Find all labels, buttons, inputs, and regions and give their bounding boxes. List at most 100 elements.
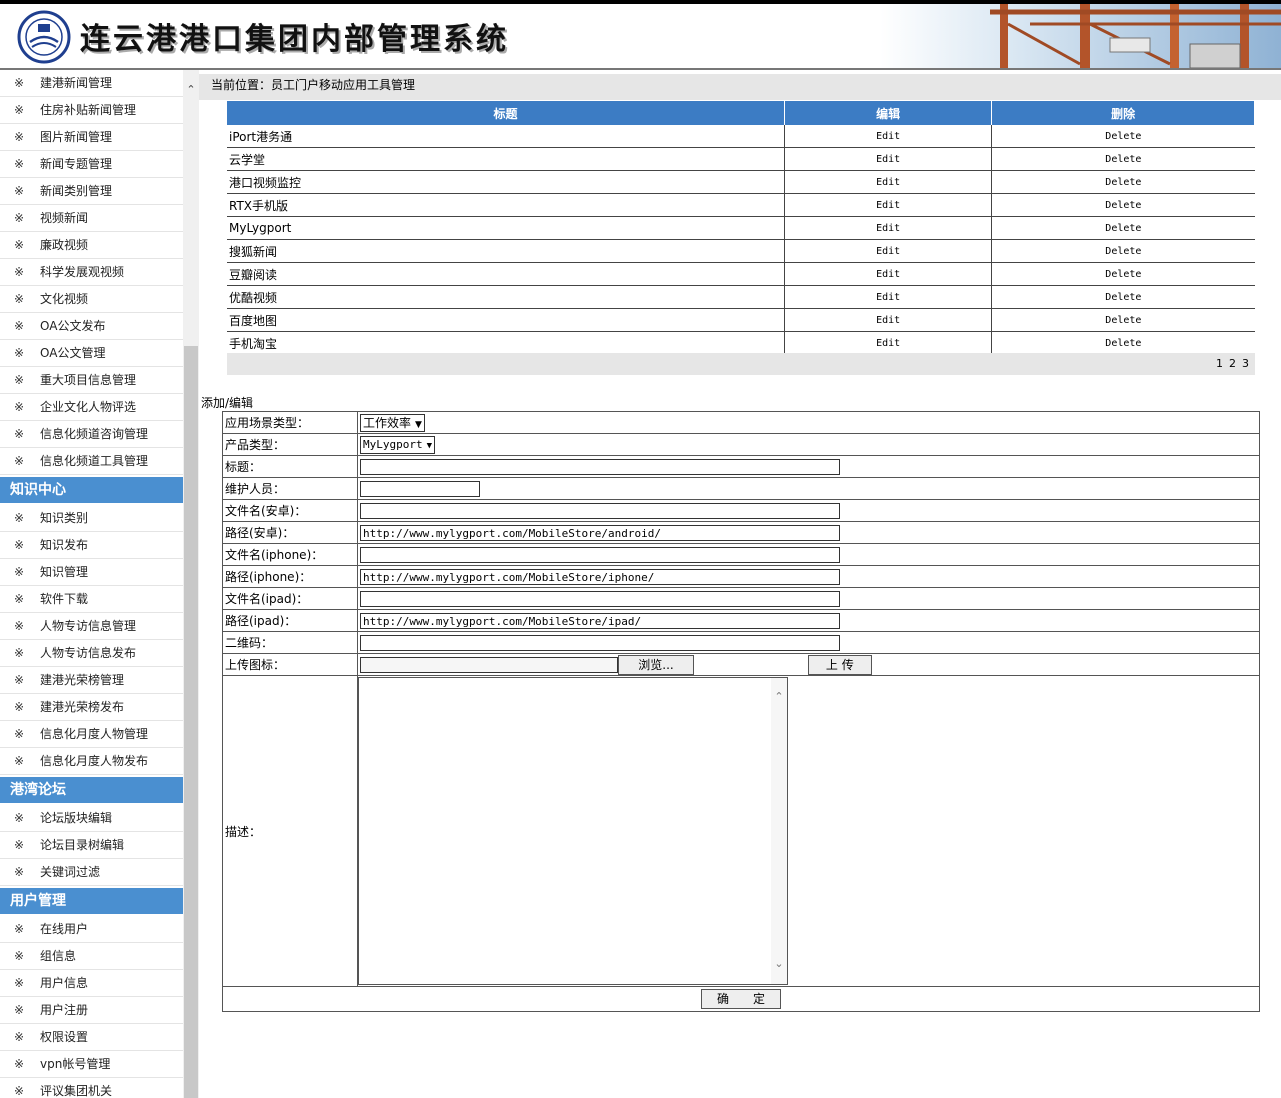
sidebar-item[interactable]: ※ 知识管理 xyxy=(0,559,183,586)
sidebar-section-forum[interactable]: 港湾论坛 xyxy=(0,777,183,803)
sidebar-item-label: 关键词过滤 xyxy=(40,865,101,879)
sidebar-item[interactable]: ※ 信息化频道工具管理 xyxy=(0,448,183,475)
qrcode-input[interactable] xyxy=(360,634,840,651)
sidebar-section-users[interactable]: 用户管理 xyxy=(0,888,183,914)
title-label: 标题： xyxy=(222,455,358,478)
page-link[interactable]: 2 xyxy=(1229,357,1236,370)
maintainer-input[interactable] xyxy=(360,480,480,497)
delete-link[interactable]: Delete xyxy=(991,216,1255,240)
upload-file-input[interactable] xyxy=(360,656,618,673)
title-input[interactable] xyxy=(360,458,840,475)
sidebar-item[interactable]: ※ 信息化月度人物管理 xyxy=(0,721,183,748)
scene-type-select[interactable]: 工作效率 ▼ xyxy=(360,413,425,432)
sidebar-item[interactable]: ※ 用户注册 xyxy=(0,997,183,1024)
edit-link[interactable]: Edit xyxy=(784,239,992,263)
sidebar-item[interactable]: ※ 文化视频 xyxy=(0,286,183,313)
sidebar-item[interactable]: ※ 新闻专题管理 xyxy=(0,151,183,178)
file-ipad-label: 文件名(ipad)： xyxy=(222,587,358,610)
sidebar-item-label: 科学发展观视频 xyxy=(40,265,125,279)
path-android-input[interactable]: http://www.mylygport.com/MobileStore/and… xyxy=(360,524,840,541)
sidebar-item[interactable]: ※ 图片新闻管理 xyxy=(0,124,183,151)
textarea-scrollbar[interactable]: ⌃ ⌄ xyxy=(771,678,787,984)
sidebar-section-knowledge[interactable]: 知识中心 xyxy=(0,477,183,503)
scroll-up-arrow-icon[interactable]: ⌃ xyxy=(771,690,787,703)
sidebar-item[interactable]: ※ 组信息 xyxy=(0,943,183,970)
submit-button[interactable]: 确 定 xyxy=(701,989,781,1009)
product-type-select[interactable]: MyLygport ▼ xyxy=(360,435,436,454)
sidebar-item[interactable]: ※ 知识发布 xyxy=(0,532,183,559)
path-iphone-input[interactable]: http://www.mylygport.com/MobileStore/iph… xyxy=(360,568,840,585)
sidebar-item[interactable]: ※ 关键词过滤 xyxy=(0,859,183,886)
file-iphone-input[interactable] xyxy=(360,546,840,563)
delete-link[interactable]: Delete xyxy=(991,285,1255,309)
sidebar-item[interactable]: ※ 建港光荣榜发布 xyxy=(0,694,183,721)
bullet-mark-icon: ※ xyxy=(14,1003,25,1017)
upload-button[interactable]: 上 传 xyxy=(807,654,872,675)
path-ipad-input[interactable]: http://www.mylygport.com/MobileStore/ipa… xyxy=(360,612,840,629)
sidebar-item[interactable]: ※ 论坛版块编辑 xyxy=(0,805,183,832)
app-tools-table: 标题 编辑 删除 iPort港务通 Edit Delete 云学堂 Edit Delete… xyxy=(227,101,1255,355)
edit-link[interactable]: Edit xyxy=(784,331,992,355)
sidebar-item[interactable]: ※ vpn帐号管理 xyxy=(0,1051,183,1078)
sidebar-item[interactable]: ※ 住房补贴新闻管理 xyxy=(0,97,183,124)
delete-link[interactable]: Delete xyxy=(991,308,1255,332)
sidebar-item[interactable]: ※ 信息化月度人物发布 xyxy=(0,748,183,775)
bullet-mark-icon: ※ xyxy=(14,1084,25,1098)
sidebar-item[interactable]: ※ 建港新闻管理 xyxy=(0,70,183,97)
sidebar-item[interactable]: ※ OA公文发布 xyxy=(0,313,183,340)
sidebar-item-label: 图片新闻管理 xyxy=(40,130,113,144)
sidebar-item[interactable]: ※ OA公文管理 xyxy=(0,340,183,367)
sidebar-item[interactable]: ※ 信息化频道咨询管理 xyxy=(0,421,183,448)
edit-link[interactable]: Edit xyxy=(784,308,992,332)
port-crane-banner xyxy=(880,4,1281,68)
sidebar-item[interactable]: ※ 权限设置 xyxy=(0,1024,183,1051)
sidebar-item[interactable]: ※ 企业文化人物评选 xyxy=(0,394,183,421)
delete-link[interactable]: Delete xyxy=(991,147,1255,171)
delete-link[interactable]: Delete xyxy=(991,193,1255,217)
edit-link[interactable]: Edit xyxy=(784,125,992,148)
description-textarea[interactable]: ⌃ ⌄ xyxy=(358,677,788,985)
edit-link[interactable]: Edit xyxy=(784,170,992,194)
delete-link[interactable]: Delete xyxy=(991,239,1255,263)
sidebar-item[interactable]: ※ 人物专访信息发布 xyxy=(0,640,183,667)
edit-link[interactable]: Edit xyxy=(784,216,992,240)
edit-link[interactable]: Edit xyxy=(784,193,992,217)
sidebar-item-label: 新闻类别管理 xyxy=(40,184,113,198)
sidebar-item[interactable]: ※ 人物专访信息管理 xyxy=(0,613,183,640)
edit-link[interactable]: Edit xyxy=(784,262,992,286)
sidebar-item[interactable]: ※ 论坛目录树编辑 xyxy=(0,832,183,859)
edit-link[interactable]: Edit xyxy=(784,147,992,171)
file-ipad-input[interactable] xyxy=(360,590,840,607)
sidebar-item-label: 文化视频 xyxy=(40,292,89,306)
page-link[interactable]: 3 xyxy=(1242,357,1249,370)
page-link[interactable]: 1 xyxy=(1216,357,1223,370)
sidebar-item[interactable]: ※ 新闻类别管理 xyxy=(0,178,183,205)
delete-link[interactable]: Delete xyxy=(991,331,1255,355)
delete-link[interactable]: Delete xyxy=(991,125,1255,148)
sidebar-item[interactable]: ※ 在线用户 xyxy=(0,916,183,943)
delete-link[interactable]: Delete xyxy=(991,262,1255,286)
sidebar-item[interactable]: ※ 视频新闻 xyxy=(0,205,183,232)
edit-link[interactable]: Edit xyxy=(784,285,992,309)
sidebar-item[interactable]: ※ 评议集团机关 xyxy=(0,1078,183,1098)
sidebar-item[interactable]: ※ 廉政视频 xyxy=(0,232,183,259)
browse-button[interactable]: 浏览... xyxy=(618,654,694,675)
bullet-mark-icon: ※ xyxy=(14,400,25,414)
sidebar-item[interactable]: ※ 建港光荣榜管理 xyxy=(0,667,183,694)
delete-link[interactable]: Delete xyxy=(991,170,1255,194)
sidebar-item[interactable]: ※ 用户信息 xyxy=(0,970,183,997)
sidebar-item[interactable]: ※ 重大项目信息管理 xyxy=(0,367,183,394)
bullet-mark-icon: ※ xyxy=(14,211,25,225)
sidebar-scrollbar[interactable]: ⌃ xyxy=(183,70,199,1098)
sidebar-item[interactable]: ※ 知识类别 xyxy=(0,505,183,532)
sidebar-item[interactable]: ※ 科学发展观视频 xyxy=(0,259,183,286)
sidebar-group-news: ※ 建港新闻管理 ※ 住房补贴新闻管理 ※ 图片新闻管理 ※ 新闻专题管理 ※ 新闻类别管理 ※ 视频… xyxy=(0,70,183,475)
bullet-mark-icon: ※ xyxy=(14,184,25,198)
file-android-input[interactable] xyxy=(360,502,840,519)
file-iphone-label: 文件名(iphone)： xyxy=(222,543,358,566)
scroll-down-arrow-icon[interactable]: ⌄ xyxy=(771,957,787,970)
sidebar-item-label: 视频新闻 xyxy=(40,211,89,225)
sidebar-item[interactable]: ※ 软件下载 xyxy=(0,586,183,613)
scrollbar-thumb[interactable] xyxy=(184,346,198,1098)
scroll-up-arrow-icon[interactable]: ⌃ xyxy=(183,82,199,98)
